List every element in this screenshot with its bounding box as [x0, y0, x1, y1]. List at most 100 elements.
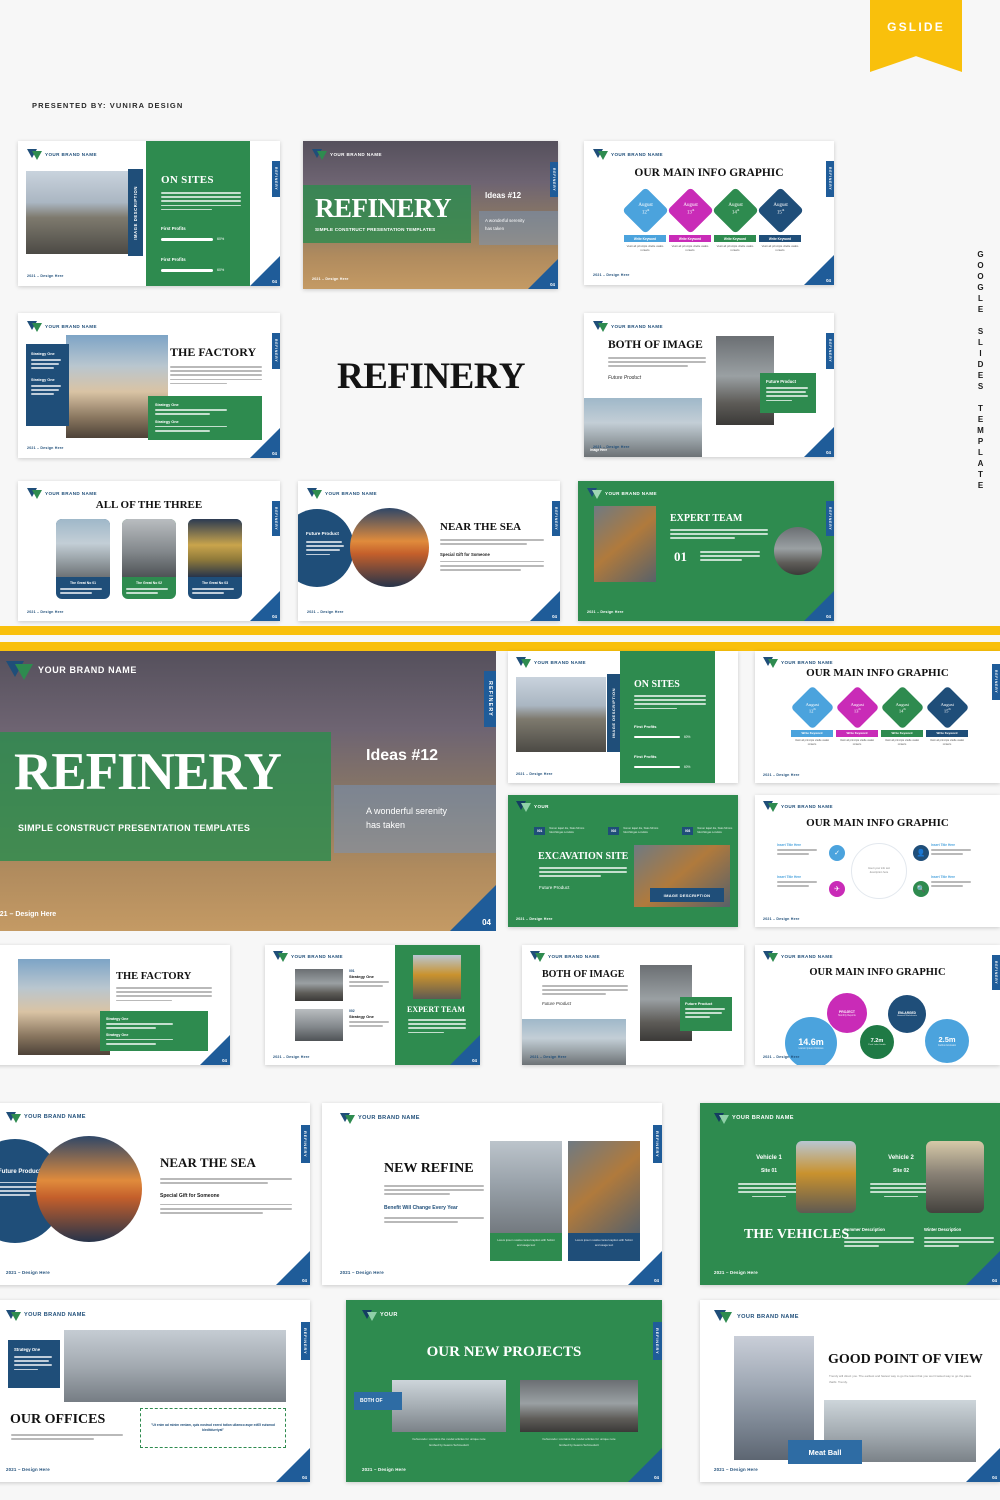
- badge-label: Future Product: [766, 379, 797, 384]
- brand-name: YOUR BRAND NAME: [548, 953, 600, 959]
- diamond-caption: Vesti ali principis vitelle usalio ronie…: [929, 738, 965, 746]
- vehicle-photo-1: [796, 1141, 856, 1213]
- brand-logo: YOUR BRAND NAME: [763, 657, 833, 668]
- slide-thumb-on-sites[interactable]: YOUR BRAND NAME IMAGE DESCRIPTION ON SIT…: [18, 141, 280, 286]
- brand-name: YOUR BRAND NAME: [45, 323, 97, 329]
- slide-thumb-new-refine[interactable]: YOUR BRAND NAME NEW REFINE Benefit Will …: [322, 1103, 662, 1285]
- image-description-tab: IMAGE DESCRIPTION: [128, 169, 143, 256]
- slide-thumb-refinery-cover[interactable]: YOUR BRAND NAME REFINERY SIMPLE CONSTRUC…: [303, 141, 558, 289]
- hero-slide[interactable]: YOUR BRAND NAME REFINERY SIMPLE CONSTRUC…: [0, 651, 496, 931]
- vehicle-name: Vehicle 2: [888, 1155, 914, 1161]
- diamond-caption: Vesti ali principis vitelle usalio ronie…: [761, 244, 799, 253]
- body-text: Trendy will direct you. The earliest and…: [829, 1374, 972, 1384]
- factory-text: THE FACTORY: [170, 345, 262, 387]
- step-number: 001: [534, 827, 546, 835]
- brand-logo: YOUR BRAND NAME: [714, 1113, 794, 1124]
- project-photo-2: [520, 1380, 638, 1432]
- page-number-corner: 04: [276, 1448, 310, 1482]
- logo-triangles-icon: [593, 321, 608, 332]
- hero-quote-line2: has taken: [366, 820, 406, 830]
- sea-sub: Special Gift for Someone: [440, 551, 490, 557]
- logo-triangles-icon: [312, 149, 327, 160]
- slide-thumb-info-icons[interactable]: YOUR BRAND NAME OUR MAIN INFO GRAPHIC In…: [755, 795, 1000, 927]
- google-slides-template-label: GOOGLE SLIDES TEMPLATE: [976, 250, 985, 492]
- slide-title: EXPERT TEAM: [407, 1005, 465, 1014]
- brand-logo: YOUR BRAND NAME: [714, 1310, 799, 1323]
- slide-thumb-good-point-of-view[interactable]: YOUR BRAND NAME GOOD POINT OF VIEW Trend…: [700, 1300, 1000, 1482]
- brand-logo: YOUR BRAND NAME: [6, 661, 137, 680]
- side-tab: REFINERY: [272, 333, 280, 369]
- slide-title: ON SITES: [634, 679, 680, 690]
- diamond-item: August 15th Write Keyword Vesti ali princ…: [925, 685, 969, 747]
- card[interactable]: The Great No 02: [122, 519, 176, 599]
- brand-logo: YOUR BRAND NAME: [593, 321, 663, 332]
- slide-thumb-on-sites-2[interactable]: YOUR BRAND NAME IMAGE DESCRIPTION ON SIT…: [508, 651, 738, 783]
- slide-footer: 2021 – Design Here: [593, 445, 630, 449]
- slide-thumb-the-factory[interactable]: YOUR BRAND NAME Strategy One Strategy On…: [18, 313, 280, 458]
- card[interactable]: The Great No 01: [56, 519, 110, 599]
- slide-thumb-info-diamonds[interactable]: YOUR BRAND NAME OUR MAIN INFO GRAPHIC Au…: [584, 141, 834, 285]
- diamond-caption: Vesti ali principis vitelle usalio ronie…: [626, 244, 664, 253]
- future-product-circle: Future Product: [298, 509, 354, 587]
- future-product-label: Future Product: [539, 885, 570, 890]
- logo-triangles-icon: [763, 657, 778, 668]
- hero-subtitle: SIMPLE CONSTRUCT PRESENTATION TEMPLATES: [18, 823, 251, 833]
- diamond-item: August 14th Write Keyword Vesti ali princ…: [711, 187, 759, 253]
- slide-thumb-both-of-image-2[interactable]: YOUR BRAND NAME BOTH OF IMAGE Future Pro…: [522, 945, 744, 1065]
- brand-name: YOUR BRAND NAME: [325, 490, 377, 496]
- side-tab: REFINERY: [272, 500, 280, 537]
- step-text: Nomer kajari die, Stats Mirrors Merchilo…: [697, 827, 733, 835]
- side-tab: REFINERY: [272, 161, 280, 197]
- on-sites-body: ON SITES First Profits 60% First Profits…: [161, 174, 241, 272]
- brand-logo: YOUR BRAND NAME: [763, 801, 833, 812]
- slide-thumb-info-bubbles[interactable]: YOUR BRAND NAME OUR MAIN INFO GRAPHIC 14…: [755, 945, 1000, 1065]
- slide-thumb-both-of-image[interactable]: YOUR BRAND NAME BOTH OF IMAGE Future Pro…: [584, 313, 834, 457]
- brand-logo: YOUR BRAND NAME: [312, 149, 382, 160]
- meat-ball-tag: Meat Ball: [788, 1440, 862, 1464]
- slide-title: THE VEHICLES: [744, 1227, 850, 1242]
- step-number: 002: [608, 827, 620, 835]
- page-number-corner: 04: [276, 1251, 310, 1285]
- strategy-label: Strategy One: [106, 1032, 129, 1037]
- slide-thumb-expert-team-2[interactable]: YOUR BRAND NAME 001 Strategy One 002 Str…: [265, 945, 480, 1065]
- slide-thumb-near-the-sea[interactable]: YOUR BRAND NAME Future Product NEAR THE …: [298, 481, 560, 621]
- slide-thumb-our-new-projects[interactable]: YOUR OUR NEW PROJECTS BOTH OF Fehumodo i…: [346, 1300, 662, 1482]
- brand-name: YOUR BRAND NAME: [358, 1115, 420, 1121]
- sea-text: NEAR THE SEA Special Gift for Someone: [440, 521, 544, 573]
- step-text: Nomer kajari die, Stats Mirrors Merchilo…: [549, 827, 585, 835]
- logo-triangles-icon: [587, 488, 602, 499]
- card-label: The Great No 02: [135, 581, 162, 585]
- quote-text: "Ut enim ad minim veniam, quis nostrud e…: [151, 1422, 275, 1432]
- icon-tag: Insert Title Here: [931, 843, 956, 847]
- brand-logo: YOUR BRAND NAME: [27, 488, 97, 499]
- slide-title: EXCAVATION SITE: [538, 851, 629, 862]
- bubble-4: ENLARGED General Worksheets: [888, 995, 926, 1033]
- brand-logo: YOUR: [516, 801, 549, 812]
- gslide-badge-label: GSLIDE: [887, 20, 945, 34]
- slide-thumb-our-offices[interactable]: YOUR BRAND NAME Strategy One OUR OFFICES…: [0, 1300, 310, 1482]
- slide-thumb-excavation-site[interactable]: YOUR 001 Nomer kajari die, Stats Mirrors…: [508, 795, 738, 927]
- side-tab: REFINERY: [301, 1124, 310, 1164]
- logo-triangles-icon: [714, 1310, 732, 1323]
- page-number-corner: 04: [804, 255, 834, 285]
- brand-logo: YOUR BRAND NAME: [27, 321, 97, 332]
- diamond-item: August 12th Write Keyword Vesti ali princ…: [790, 685, 834, 747]
- logo-triangles-icon: [763, 801, 778, 812]
- row-number: 001: [349, 969, 355, 973]
- slide-thumb-expert-team[interactable]: YOUR BRAND NAME EXPERT TEAM 01 REFINERY …: [578, 481, 834, 621]
- desc-title: Summer Description: [844, 1227, 885, 1232]
- card[interactable]: The Great No 03: [188, 519, 242, 599]
- slide-thumb-all-of-the-three[interactable]: YOUR BRAND NAME ALL OF THE THREE The Gre…: [18, 481, 280, 621]
- hero-quote-line1: A wonderful serenity: [366, 806, 448, 816]
- slide-footer: 2021 – Design Here: [763, 917, 800, 921]
- slide-title: EXPERT TEAM: [670, 513, 743, 524]
- cover-quote-line1: A wonderful serenity: [485, 218, 525, 223]
- slide-footer: 2021 – Design Here: [714, 1467, 758, 1472]
- slide-thumb-the-factory-2[interactable]: THE FACTORY Strategy One Strategy One 04: [0, 945, 230, 1065]
- card-label: The Great No 03: [201, 581, 228, 585]
- divider-yellow-top: [0, 626, 1000, 635]
- brand-name: YOUR: [380, 1312, 398, 1318]
- slide-thumb-near-the-sea-2[interactable]: YOUR BRAND NAME Future Product NEAR THE …: [0, 1103, 310, 1285]
- slide-thumb-the-vehicles[interactable]: YOUR BRAND NAME Vehicle 1 Site 01 Vehicl…: [700, 1103, 1000, 1285]
- slide-thumb-info-diamonds-2[interactable]: YOUR BRAND NAME OUR MAIN INFO GRAPHIC Au…: [755, 651, 1000, 783]
